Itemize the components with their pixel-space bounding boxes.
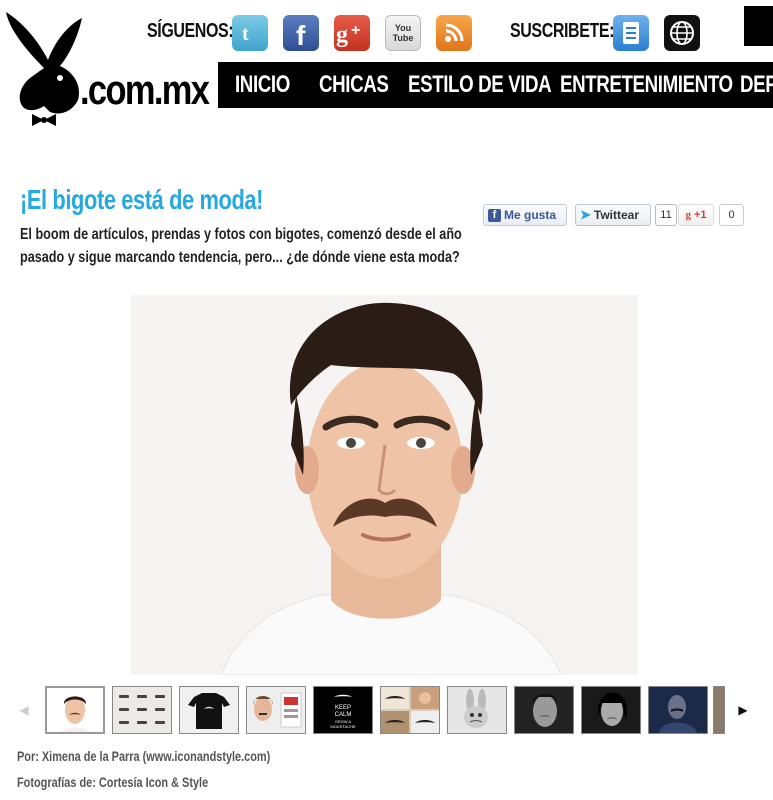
logo-text: .com.mx <box>80 66 210 113</box>
youtube-text: You Tube <box>392 23 414 43</box>
article-subtitle: El boom de artículos, prendas y fotos co… <box>20 226 462 266</box>
carousel-thumb-7[interactable] <box>447 686 507 734</box>
youtube-icon[interactable]: You Tube <box>385 15 421 51</box>
header-search-box[interactable] <box>744 6 773 46</box>
svg-text:MOUSTACHE: MOUSTACHE <box>330 724 356 729</box>
facebook-icon[interactable]: f <box>283 15 319 51</box>
globe-icon[interactable] <box>664 15 700 51</box>
tweet-count: 11 <box>655 204 677 226</box>
carousel-thumb-5[interactable]: KEEP CALM GROW A MOUSTACHE <box>313 686 373 734</box>
carousel-thumb-4[interactable] <box>246 686 306 734</box>
photo-credit: Fotografías de: Cortesía Icon & Style <box>17 774 209 790</box>
svg-text:f: f <box>296 20 306 47</box>
follow-us-label: SÍGUENOS: <box>147 20 234 42</box>
svg-text:CALM: CALM <box>335 712 352 718</box>
google-plus-one-label: +1 <box>694 209 707 221</box>
tweet-button[interactable]: ➤ Twittear <box>575 204 651 226</box>
facebook-like-button[interactable]: f Me gusta <box>483 204 567 226</box>
svg-text:t: t <box>242 23 249 44</box>
nav-item-inicio[interactable]: INICIO <box>235 71 290 99</box>
nav-item-deportes[interactable]: DEPO <box>740 71 773 99</box>
svg-text:g: g <box>336 22 348 48</box>
carousel-thumb-6[interactable] <box>380 686 440 734</box>
nav-item-chicas[interactable]: CHICAS <box>319 71 389 99</box>
rss-icon[interactable] <box>436 15 472 51</box>
carousel-prev-arrow-icon[interactable]: ◀ <box>17 700 31 720</box>
svg-text:+: + <box>351 22 360 39</box>
article-main-photo <box>131 295 638 675</box>
carousel-thumb-8[interactable] <box>514 686 574 734</box>
carousel-thumb-3[interactable] <box>179 686 239 734</box>
google-plus-icon: g <box>685 209 691 221</box>
article-title: ¡El bigote está de moda! <box>20 184 264 215</box>
facebook-like-label: Me gusta <box>504 208 557 222</box>
google-plus-count: 0 <box>719 204 744 226</box>
carousel-thumb-2[interactable] <box>112 686 172 734</box>
google-plus-icon[interactable]: g + <box>334 15 370 51</box>
carousel-thumb-1[interactable] <box>45 686 105 734</box>
carousel-thumb-9[interactable] <box>581 686 641 734</box>
tweet-label: Twittear <box>593 208 640 222</box>
twitter-bird-icon: ➤ <box>580 207 591 222</box>
nav-item-entretenimiento[interactable]: ENTRETENIMIENTO <box>560 71 733 99</box>
twitter-icon[interactable]: t <box>232 15 268 51</box>
article-author-credit: Por: Ximena de la Parra (www.iconandstyl… <box>17 748 271 764</box>
carousel-thumb-10[interactable] <box>648 686 708 734</box>
newsletter-icon[interactable] <box>613 15 649 51</box>
carousel-next-arrow-icon[interactable]: ▶ <box>736 700 750 720</box>
nav-item-estilo-de-vida[interactable]: ESTILO DE VIDA <box>408 71 552 99</box>
svg-text:KEEP: KEEP <box>335 705 351 711</box>
main-nav: INICIO CHICAS ESTILO DE VIDA ENTRETENIMI… <box>218 62 773 108</box>
facebook-icon: f <box>488 208 501 222</box>
carousel-thumb-11[interactable] <box>713 686 725 734</box>
google-plus-one-button[interactable]: g +1 <box>678 204 714 226</box>
subscribe-label: SUSCRIBETE: <box>510 20 615 42</box>
